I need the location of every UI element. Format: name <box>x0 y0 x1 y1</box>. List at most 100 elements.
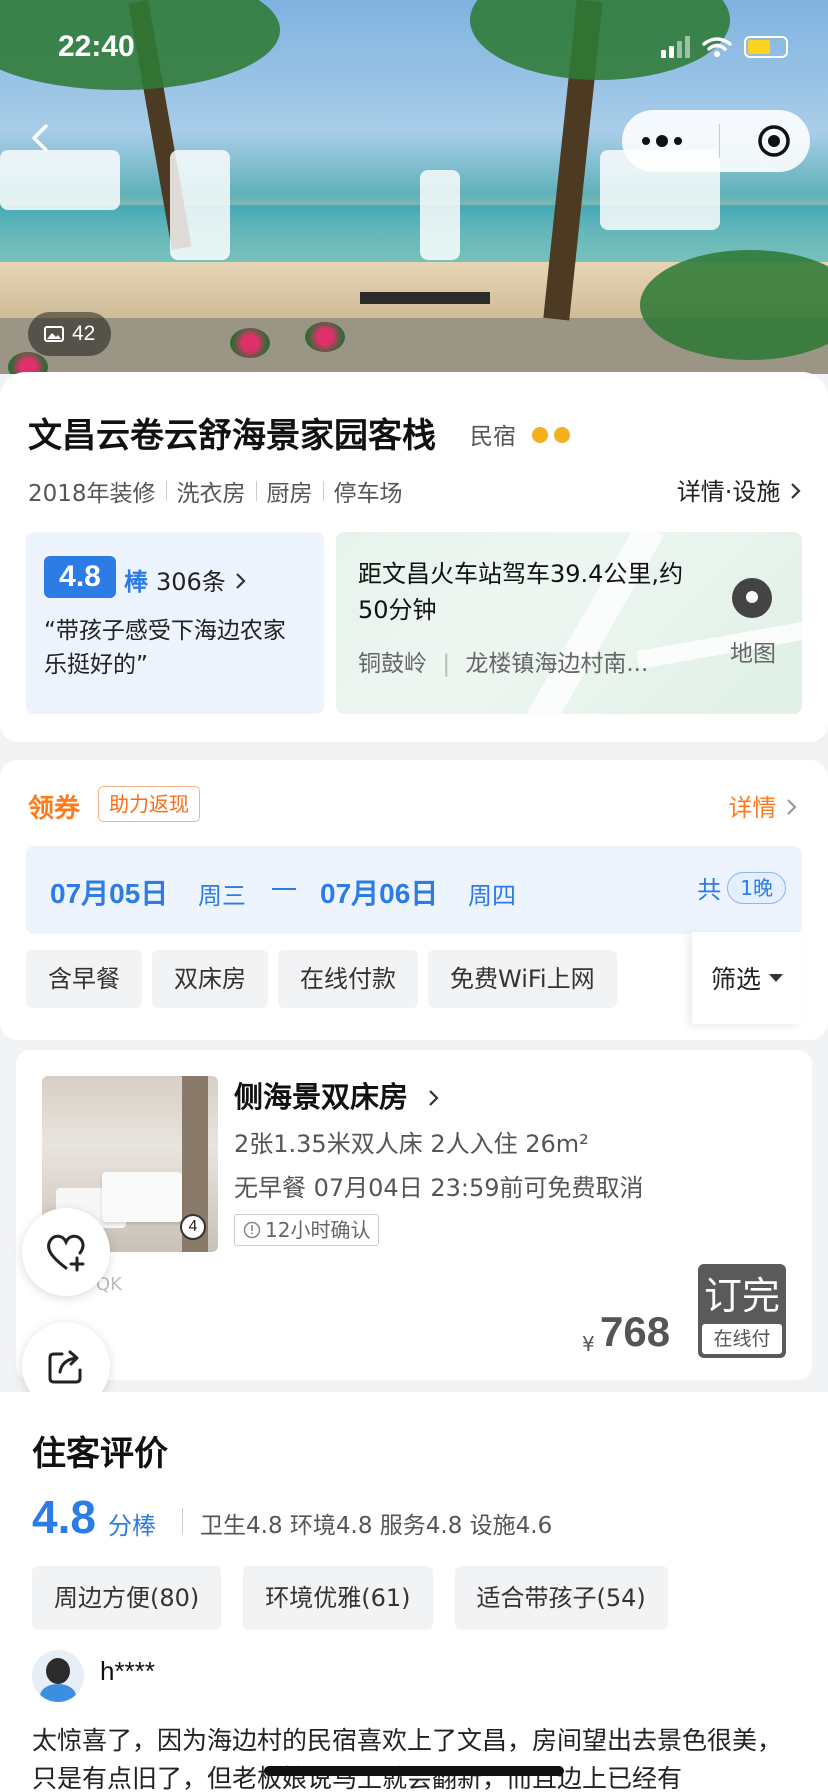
curtain <box>420 170 460 260</box>
wifi-icon <box>702 37 732 57</box>
facility-item: 厨房 <box>266 481 313 507</box>
patio-table <box>360 292 490 304</box>
cellular-signal-icon <box>661 36 690 58</box>
review-tag[interactable]: 适合带孩子(54) <box>454 1566 668 1630</box>
rating-summary[interactable]: 4.8 棒 306条 “带孩子感受下海边农家乐挺好的” <box>26 532 324 714</box>
facility-item: 停车场 <box>333 481 403 507</box>
review-tag[interactable]: 周边方便(80) <box>32 1566 222 1630</box>
filter-chip[interactable]: 双床房 <box>152 950 268 1008</box>
location-map[interactable]: 距文昌火车站驾车39.4公里,约50分钟 铜鼓岭 | 龙楼镇海边村南... 地图 <box>336 532 802 714</box>
filter-button[interactable]: 筛选 <box>692 932 802 1024</box>
booking-card: 领券 助力返现 详情 07月05日 周三 07月06日 周四 共 1晚 含早餐 … <box>0 760 828 1040</box>
room-name-label: 侧海景双床房 <box>234 1080 409 1114</box>
pay-type-label: 在线付 <box>702 1324 782 1354</box>
facility-item: 洗衣房 <box>176 481 246 507</box>
reviews-score-unit: 分棒 <box>108 1512 156 1540</box>
status-icons <box>661 36 788 58</box>
address-street: 龙楼镇海边村南... <box>465 651 649 677</box>
room-price: 768 <box>600 1308 671 1355</box>
book-button-label: 订完 <box>703 1274 780 1318</box>
review-count-value: 306条 <box>156 568 226 596</box>
cashback-tag[interactable]: 助力返现 <box>98 786 200 822</box>
night-count-prefix: 共 <box>697 876 722 904</box>
date-separator <box>272 888 296 890</box>
facilities-detail-label: 详情·设施 <box>676 478 781 506</box>
coupon-detail-link[interactable]: 详情 <box>728 788 798 823</box>
confirm-tag-label: 12小时确认 <box>265 1218 371 1242</box>
hotel-type: 民宿 <box>470 424 516 450</box>
heart-add-icon <box>47 1234 85 1272</box>
divider <box>255 481 257 501</box>
capsule-divider <box>719 124 721 158</box>
hotel-name: 文昌云卷云舒海景家园客栈 <box>28 416 436 456</box>
info-icon <box>243 1221 261 1239</box>
flower-pot <box>230 328 270 358</box>
room-photo-bed <box>102 1172 182 1222</box>
address-area: 铜鼓岭 <box>358 651 427 677</box>
chevron-right-icon <box>791 483 801 499</box>
facilities-detail-link[interactable]: 详情·设施 <box>677 472 802 507</box>
miniprogram-capsule <box>622 110 810 172</box>
image-icon <box>44 326 64 342</box>
room-name[interactable]: 侧海景双床房 <box>234 1074 440 1116</box>
station-distance: 距文昌火车站驾车39.4公里,约50分钟 <box>358 560 684 624</box>
hotel-grade-dots <box>532 427 570 443</box>
reviews-section: 住客评价 4.8 分棒 卫生4.8 环境4.8 服务4.8 设施4.6 周边方便… <box>0 1392 828 1792</box>
night-count-badge: 1晚 <box>727 871 786 904</box>
review-quote: “带孩子感受下海边农家乐挺好的” <box>44 618 286 678</box>
checkin-date: 07月05日 <box>50 878 169 909</box>
coupon-link[interactable]: 领券 <box>28 788 80 825</box>
review-tag[interactable]: 环境优雅(61) <box>243 1566 433 1630</box>
cancel-policy: 无早餐 07月04日 23:59前可免费取消 <box>234 1174 644 1202</box>
price-currency: ¥ <box>582 1332 595 1356</box>
divider <box>182 1508 183 1534</box>
date-selector[interactable]: 07月05日 周三 07月06日 周四 共 1晚 <box>26 846 802 934</box>
map-pin-icon <box>732 578 772 618</box>
divider: | <box>442 651 451 677</box>
checkout-weekday: 周四 <box>468 882 516 910</box>
facility-list: 2018年装修 洗衣房 厨房 停车场 <box>28 474 403 508</box>
more-icon[interactable] <box>640 133 684 149</box>
review-tags: 周边方便(80) 环境优雅(61) 适合带孩子(54) <box>32 1566 668 1630</box>
divider <box>165 481 167 501</box>
checkout-date: 07月06日 <box>320 878 439 909</box>
filter-label: 筛选 <box>710 965 761 994</box>
status-bar: 22:40 <box>0 30 828 70</box>
hotel-info-card: 文昌云卷云舒海景家园客栈 民宿 2018年装修 洗衣房 厨房 停车场 详情·设施… <box>0 372 828 742</box>
curtain <box>0 150 120 210</box>
caret-down-icon <box>769 974 783 982</box>
book-button[interactable]: 订完 在线付 <box>698 1264 786 1358</box>
chevron-right-icon <box>429 1090 439 1106</box>
map-label: 地图 <box>730 641 776 667</box>
filter-chip[interactable]: 免费WiFi上网 <box>428 950 617 1008</box>
reviewer-name: h**** <box>100 1656 155 1686</box>
room-photo-count: 4 <box>180 1214 206 1240</box>
room-card[interactable]: 4 QK 侧海景双床房 2张1.35米双人床 2人入住 26m² 无早餐 07月… <box>16 1050 812 1380</box>
filter-chip[interactable]: 含早餐 <box>26 950 142 1008</box>
home-indicator[interactable] <box>264 1766 564 1776</box>
review-count: 306条 <box>156 562 247 597</box>
flower-pot <box>305 322 345 352</box>
reviews-subscores: 卫生4.8 环境4.8 服务4.8 设施4.6 <box>200 1513 553 1539</box>
back-icon[interactable] <box>22 118 62 158</box>
status-time: 22:40 <box>58 30 135 63</box>
share-icon <box>48 1350 82 1384</box>
rating-word: 棒 <box>124 568 148 596</box>
confirm-tag: 12小时确认 <box>234 1214 380 1246</box>
coupon-detail-label: 详情 <box>728 794 777 822</box>
chevron-right-icon <box>236 573 247 589</box>
favorite-button[interactable] <box>22 1208 110 1296</box>
review-text: 太惊喜了，因为海边村的民宿喜欢上了文昌，房间望出去景色很美，只是有点旧了，但老板… <box>32 1726 783 1792</box>
facility-item: 2018年装修 <box>28 481 156 507</box>
room-spec: 2张1.35米双人床 2人入住 26m² <box>234 1130 589 1158</box>
night-count: 共 1晚 <box>697 870 786 905</box>
filter-chip[interactable]: 在线付款 <box>278 950 418 1008</box>
close-miniprogram-icon[interactable] <box>756 123 792 159</box>
reviews-title: 住客评价 <box>32 1434 168 1474</box>
battery-icon <box>744 36 788 58</box>
photo-count-badge[interactable]: 42 <box>28 312 112 356</box>
avatar <box>32 1650 84 1702</box>
checkin-weekday: 周三 <box>198 882 246 910</box>
chevron-right-icon <box>787 799 797 815</box>
photo-count-value: 42 <box>72 322 96 345</box>
